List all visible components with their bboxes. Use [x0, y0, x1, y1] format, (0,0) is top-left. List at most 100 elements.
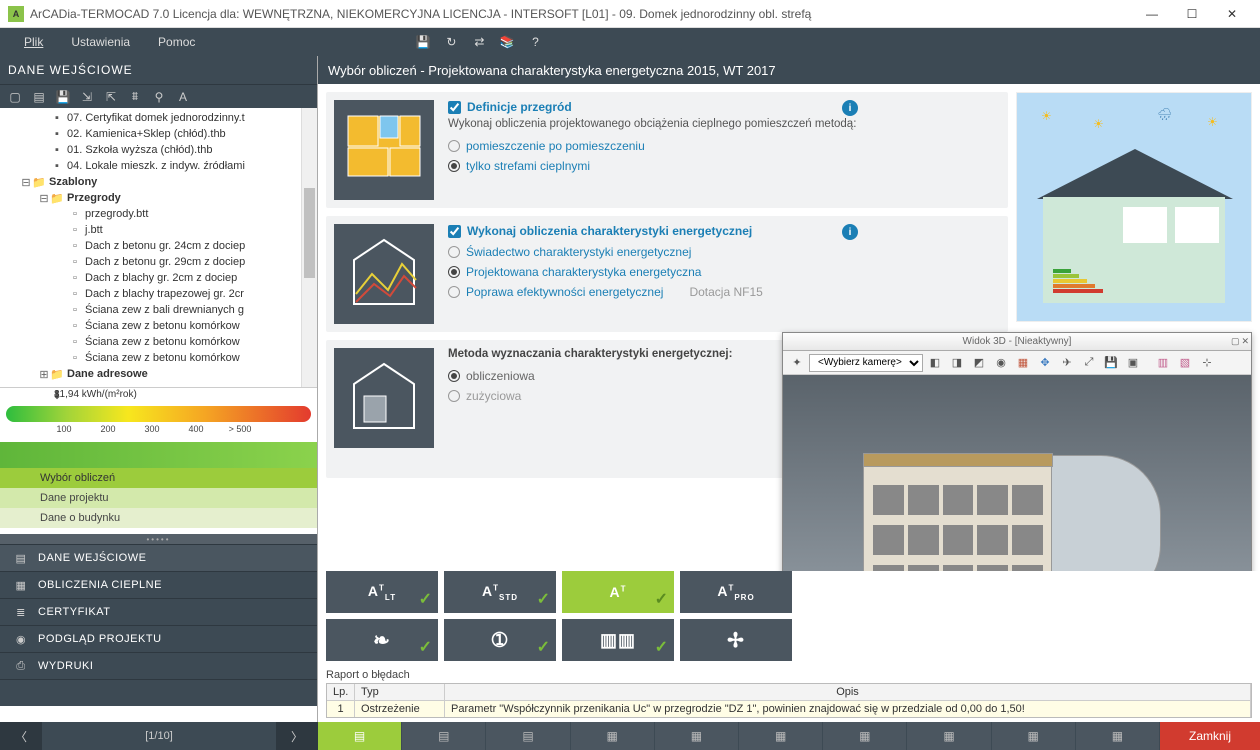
tree-item[interactable]: j.btt — [85, 224, 103, 236]
tree-item[interactable]: Ściana zew z betonu komórkow — [85, 336, 240, 348]
tree-view[interactable]: ▪07. Certyfikat domek jednorodzinny.t ▪0… — [0, 108, 317, 388]
globe-icon[interactable]: ◉ — [991, 353, 1011, 373]
table-row[interactable]: 1 Ostrzeżenie Parametr "Współczynnik prz… — [327, 701, 1251, 717]
tab-1[interactable]: ▤ — [318, 722, 402, 750]
radio-strefy[interactable]: tylko strefami cieplnymi — [448, 156, 1000, 176]
next-button[interactable]: 〉 — [276, 722, 318, 750]
btn-fan[interactable]: ✢ — [680, 619, 792, 661]
tree-item[interactable]: 01. Szkoła wyższa (chłód).thb — [67, 144, 213, 156]
info-icon[interactable]: i — [842, 100, 858, 116]
opt-dane-projektu[interactable]: Dane projektu — [0, 488, 317, 508]
info-icon[interactable]: i — [842, 224, 858, 240]
tab-3[interactable]: ▤ — [486, 722, 570, 750]
tab-9[interactable]: ▦ — [992, 722, 1076, 750]
minimize-button[interactable]: — — [1132, 0, 1172, 28]
font-icon[interactable]: A — [172, 87, 194, 107]
btn-at-active[interactable]: AT✓ — [562, 571, 674, 613]
tree-item[interactable]: Ściana zew z betonu komórkow — [85, 352, 240, 364]
nav-obliczenia[interactable]: ▦OBLICZENIA CIEPLNE — [0, 571, 317, 598]
transfer-icon[interactable]: ⇄ — [465, 31, 493, 53]
cube2-icon[interactable]: ◨ — [947, 353, 967, 373]
menu-help[interactable]: Pomoc — [144, 35, 209, 49]
tree-item[interactable]: 02. Kamienica+Sklep (chłód).thb — [67, 128, 226, 140]
close-app-button[interactable]: Zamknij — [1160, 722, 1260, 750]
tree-scrollbar[interactable] — [301, 108, 317, 387]
opt-dane-budynku[interactable]: Dane o budynku — [0, 508, 317, 528]
help-icon[interactable]: ? — [521, 31, 549, 53]
layer1-icon[interactable]: ▥ — [1153, 353, 1173, 373]
menu-settings[interactable]: Ustawienia — [57, 35, 144, 49]
tree-item[interactable]: Dach z betonu gr. 29cm z dociep — [85, 256, 245, 268]
saveall-icon[interactable]: ⩩ — [124, 87, 146, 107]
axis-icon[interactable]: ⊹ — [1197, 353, 1217, 373]
refresh-icon[interactable]: ↻ — [437, 31, 465, 53]
tree-item[interactable]: 07. Certyfikat domek jednorodzinny.t — [67, 112, 245, 124]
brick-icon[interactable]: ▦ — [1013, 353, 1033, 373]
radio-projektowana[interactable]: Projektowana charakterystyka energetyczn… — [448, 262, 1000, 282]
export-icon[interactable]: ⇲ — [76, 87, 98, 107]
tree-item[interactable]: Dach z betonu gr. 24cm z dociep — [85, 240, 245, 252]
save-icon[interactable]: 💾 — [409, 31, 437, 53]
tree-item[interactable]: przegrody.btt — [85, 208, 148, 220]
maximize-button[interactable]: ☐ — [1172, 0, 1212, 28]
checkbox-charakterystyka[interactable] — [448, 225, 461, 238]
tab-2[interactable]: ▤ — [402, 722, 486, 750]
radio-poprawa[interactable]: Poprawa efektywności energetycznejDotacj… — [448, 282, 1000, 302]
opt-wybor[interactable]: Wybór obliczeń — [0, 468, 317, 488]
nav-dane-wejsciowe[interactable]: ▤DANE WEJŚCIOWE — [0, 544, 317, 571]
radio-pomieszczenie[interactable]: pomieszczenie po pomieszczeniu — [448, 136, 1000, 156]
camera-select[interactable]: <Wybierz kamerę> — [809, 354, 923, 372]
tick: 400 — [174, 424, 218, 434]
tab-8[interactable]: ▦ — [907, 722, 991, 750]
checkbox-definicje[interactable] — [448, 101, 461, 114]
drag-handle[interactable]: ••••• — [0, 534, 317, 544]
nav-icon[interactable]: ✥ — [1035, 353, 1055, 373]
btn-leaf[interactable]: ❧✓ — [326, 619, 438, 661]
tree-item[interactable]: Dach z blachy trapezowej gr. 2cr — [85, 288, 244, 300]
btn-radiator[interactable]: ▥▥✓ — [562, 619, 674, 661]
expand-icon[interactable]: ⤢ — [1079, 353, 1099, 373]
btn-at-pro[interactable]: ATPRO — [680, 571, 792, 613]
menu-file[interactable]: Plik — [10, 35, 57, 49]
tab-10[interactable]: ▦ — [1076, 722, 1160, 750]
tab-4[interactable]: ▦ — [571, 722, 655, 750]
book-icon[interactable]: 📚 — [493, 31, 521, 53]
import-icon[interactable]: ⇱ — [100, 87, 122, 107]
btn-at-lt[interactable]: ATLT✓ — [326, 571, 438, 613]
viewer-canvas[interactable] — [783, 375, 1251, 571]
print-icon: ⎙ — [10, 660, 32, 673]
target-icon[interactable]: ✦ — [787, 353, 807, 373]
nav-certyfikat[interactable]: ≣CERTYFIKAT — [0, 598, 317, 625]
viewer-titlebar[interactable]: Widok 3D - [Nieaktywny] ▢ ✕ — [783, 333, 1251, 351]
btn-at-std[interactable]: ATSTD✓ — [444, 571, 556, 613]
tree-item[interactable]: Ściana zew z bali drewnianych g — [85, 304, 244, 316]
nav-wydruki[interactable]: ⎙WYDRUKI — [0, 652, 317, 679]
tree-item[interactable]: 04. Lokale mieszk. z indyw. źródłami — [67, 160, 245, 172]
tree-group[interactable]: Dane adresowe — [67, 368, 148, 380]
plane-icon[interactable]: ✈ — [1057, 353, 1077, 373]
tab-5[interactable]: ▦ — [655, 722, 739, 750]
open-icon[interactable]: ▤ — [28, 87, 50, 107]
cube3-icon[interactable]: ◩ — [969, 353, 989, 373]
close-button[interactable]: ✕ — [1212, 0, 1252, 28]
link-icon[interactable]: ⚲ — [148, 87, 170, 107]
viewer-max-icon[interactable]: ▢ — [1231, 336, 1240, 347]
tree-item[interactable]: Dach z blachy gr. 2cm z dociep — [85, 272, 237, 284]
tree-item[interactable]: Ściana zew z betonu komórkow — [85, 320, 240, 332]
viewer-close-icon[interactable]: ✕ — [1241, 336, 1249, 347]
prev-button[interactable]: 〈 — [0, 722, 42, 750]
tab-7[interactable]: ▦ — [823, 722, 907, 750]
tree-group[interactable]: Przegrody — [67, 192, 121, 204]
viewer-title: Widok 3D - [Nieaktywny] — [963, 336, 1072, 347]
save3-icon[interactable]: 💾 — [1101, 353, 1121, 373]
save2-icon[interactable]: 💾 — [52, 87, 74, 107]
tab-6[interactable]: ▦ — [739, 722, 823, 750]
tree-group[interactable]: Szablony — [49, 176, 97, 188]
layer2-icon[interactable]: ▧ — [1175, 353, 1195, 373]
radio-swiadectwo[interactable]: Świadectwo charakterystyki energetycznej — [448, 242, 1000, 262]
cube-icon[interactable]: ◧ — [925, 353, 945, 373]
copy-icon[interactable]: ▣ — [1123, 353, 1143, 373]
nav-podglad[interactable]: ◉PODGLĄD PROJEKTU — [0, 625, 317, 652]
btn-coin[interactable]: ➀✓ — [444, 619, 556, 661]
new-icon[interactable]: ▢ — [4, 87, 26, 107]
